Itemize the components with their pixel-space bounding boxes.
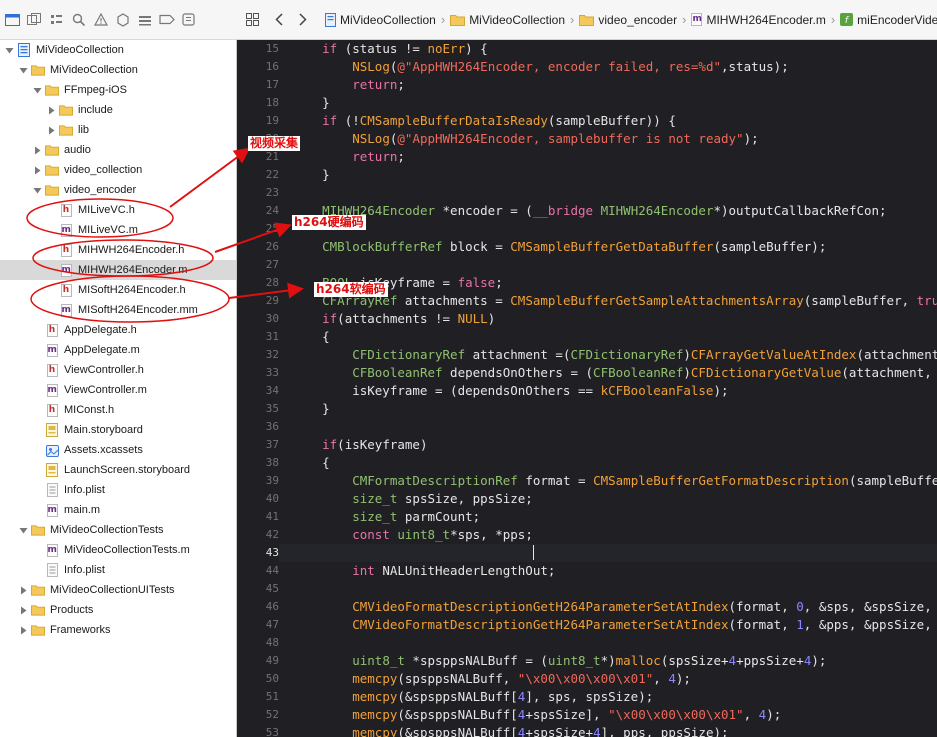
annotation-sw-encoding: h264软编码 xyxy=(314,282,388,297)
annotation-arrow-hw-encoding xyxy=(214,222,292,253)
annotation-arrow-video-capture xyxy=(169,147,251,208)
highlight-ellipse-live-vc xyxy=(26,198,174,238)
annotation-hw-encoding: h264硬编码 xyxy=(292,215,366,230)
annotation-video-capture: 视频采集 xyxy=(248,136,301,151)
highlight-ellipse-hw-encoder xyxy=(32,239,214,277)
annotation-overlay xyxy=(26,147,304,323)
annotation-arrow-sw-encoding xyxy=(228,282,304,299)
highlight-ellipse-soft-encoder xyxy=(30,275,230,323)
